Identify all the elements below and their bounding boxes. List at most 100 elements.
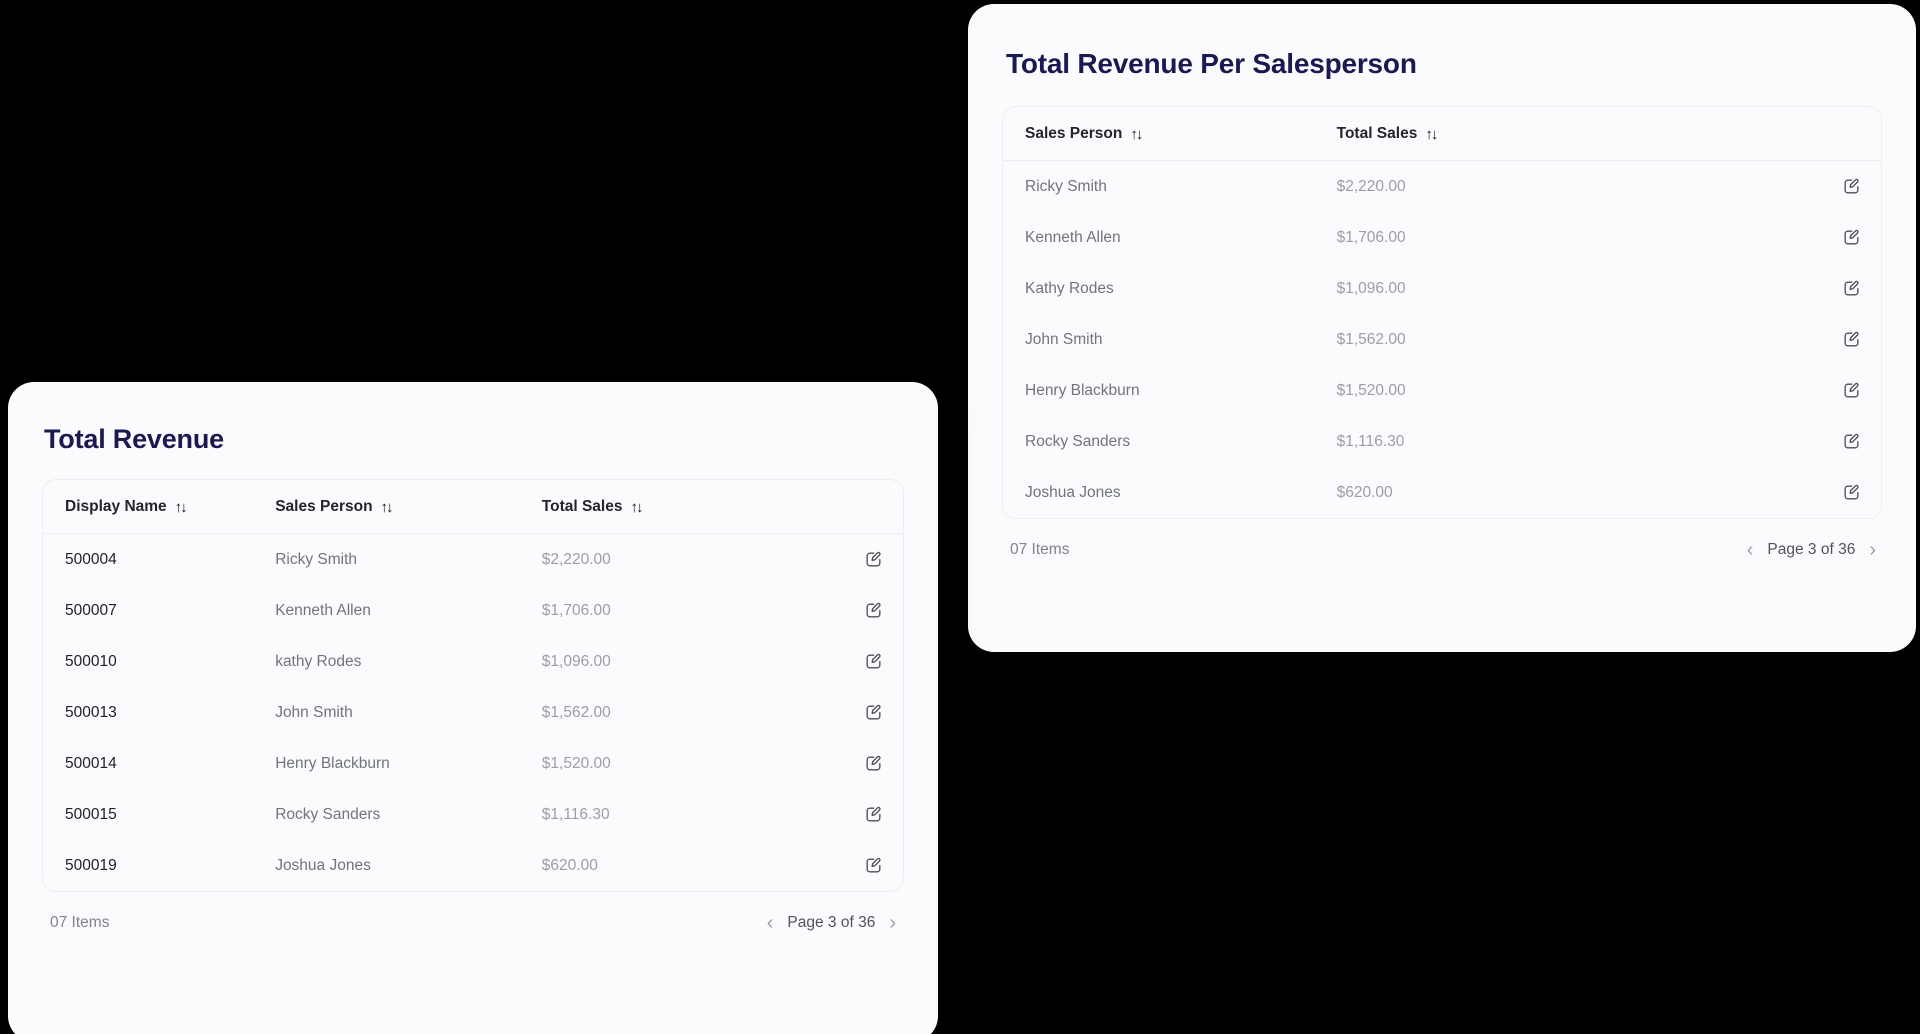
- edit-pencil-square-icon[interactable]: [864, 805, 883, 824]
- items-count-label: 07 Items: [50, 914, 110, 931]
- table-row[interactable]: 500019 Joshua Jones $620.00: [43, 840, 903, 891]
- cell-sales-person: Ricky Smith: [275, 550, 358, 568]
- cell-sales-person: Ricky Smith: [1025, 177, 1107, 195]
- column-header-sales-person[interactable]: Sales Person ↑↓: [275, 480, 542, 534]
- table-row[interactable]: Joshua Jones $620.00: [1003, 467, 1881, 518]
- pagination: ‹ Page 3 of 36 ›: [1747, 540, 1876, 560]
- cell-sales-person: kathy Rodes: [275, 652, 362, 670]
- pagination: ‹ Page 3 of 36 ›: [767, 913, 896, 933]
- table-row[interactable]: 500015 Rocky Sanders $1,116.30: [43, 789, 903, 840]
- cell-total-sales: $1,116.30: [541, 805, 610, 823]
- table-header-row: Display Name ↑↓ Sales Person ↑↓ Total Sale…: [43, 480, 903, 534]
- edit-pencil-square-icon[interactable]: [864, 550, 883, 569]
- table-row[interactable]: Kathy Rodes $1,096.00: [1003, 263, 1881, 314]
- table-row[interactable]: 500010 kathy Rodes $1,096.00: [43, 636, 903, 687]
- table-row[interactable]: 500007 Kenneth Allen $1,706.00: [43, 585, 903, 636]
- column-header-label: Total Sales: [1336, 125, 1418, 142]
- cell-total-sales: $1,116.30: [1336, 432, 1405, 450]
- cell-display-name: 500004: [65, 550, 117, 568]
- next-page-icon[interactable]: ›: [1869, 540, 1876, 560]
- row-actions-cell: [783, 687, 903, 738]
- edit-pencil-square-icon[interactable]: [1842, 432, 1861, 451]
- previous-page-icon[interactable]: ‹: [767, 913, 774, 933]
- row-actions-cell: [783, 585, 903, 636]
- row-actions-cell: [783, 738, 903, 789]
- cell-total-sales: $1,096.00: [541, 652, 611, 670]
- revenue-table-panel: Display Name ↑↓ Sales Person ↑↓ Total Sale…: [42, 479, 904, 892]
- cell-total-sales: $1,562.00: [1336, 330, 1406, 348]
- edit-pencil-square-icon[interactable]: [1842, 279, 1861, 298]
- cell-sales-person: John Smith: [275, 703, 353, 721]
- row-actions-cell: [1776, 365, 1881, 416]
- cell-total-sales: $2,220.00: [1336, 177, 1406, 195]
- cell-total-sales: $620.00: [541, 856, 598, 874]
- edit-pencil-square-icon[interactable]: [864, 703, 883, 722]
- column-header-actions: [782, 480, 903, 534]
- table-body: Ricky Smith $2,220.00 Kenneth Allen $1,706.…: [1003, 161, 1881, 519]
- cell-display-name: 500010: [65, 652, 117, 670]
- cell-total-sales: $1,706.00: [1336, 228, 1406, 246]
- column-header-total-sales[interactable]: Total Sales ↑↓: [541, 480, 783, 534]
- cell-sales-person: Henry Blackburn: [1025, 381, 1140, 399]
- row-actions-cell: [1776, 263, 1881, 314]
- edit-pencil-square-icon[interactable]: [1842, 330, 1861, 349]
- salesperson-table: Sales Person ↑↓ Total Sales ↑↓ Ricky Smith…: [1003, 107, 1881, 518]
- edit-pencil-square-icon[interactable]: [864, 856, 883, 875]
- table-row[interactable]: 500014 Henry Blackburn $1,520.00: [43, 738, 903, 789]
- revenue-table: Display Name ↑↓ Sales Person ↑↓ Total Sale…: [43, 480, 903, 891]
- table-body: 500004 Ricky Smith $2,220.00 500007 Kenneth …: [43, 534, 903, 892]
- row-actions-cell: [783, 840, 903, 891]
- row-actions-cell: [1776, 161, 1881, 213]
- table-row[interactable]: Ricky Smith $2,220.00: [1003, 161, 1881, 213]
- edit-pencil-square-icon[interactable]: [1842, 381, 1861, 400]
- page-indicator-label: Page 3 of 36: [1767, 541, 1856, 558]
- edit-pencil-square-icon[interactable]: [1842, 483, 1861, 502]
- cell-sales-person: Kathy Rodes: [1025, 279, 1114, 297]
- salesperson-table-panel: Sales Person ↑↓ Total Sales ↑↓ Ricky Smith…: [1002, 106, 1882, 519]
- total-revenue-card: Total Revenue Display Name ↑↓ Sales Perso…: [8, 382, 938, 1034]
- cell-total-sales: $1,520.00: [541, 754, 611, 772]
- cell-sales-person: Kenneth Allen: [275, 601, 371, 619]
- cell-sales-person: Joshua Jones: [275, 856, 371, 874]
- row-actions-cell: [1776, 314, 1881, 365]
- page-indicator-label: Page 3 of 36: [787, 914, 876, 931]
- table-row[interactable]: Kenneth Allen $1,706.00: [1003, 212, 1881, 263]
- cell-sales-person: John Smith: [1025, 330, 1103, 348]
- column-header-total-sales[interactable]: Total Sales ↑↓: [1336, 107, 1776, 161]
- table-row[interactable]: John Smith $1,562.00: [1003, 314, 1881, 365]
- row-actions-cell: [1776, 416, 1881, 467]
- edit-pencil-square-icon[interactable]: [864, 601, 883, 620]
- sort-icon[interactable]: ↑↓: [1130, 126, 1143, 143]
- page-title: Total Revenue Per Salesperson: [1006, 48, 1417, 79]
- column-header-display-name[interactable]: Display Name ↑↓: [43, 480, 276, 534]
- cell-display-name: 500013: [65, 703, 117, 721]
- previous-page-icon[interactable]: ‹: [1747, 540, 1754, 560]
- edit-pencil-square-icon[interactable]: [864, 754, 883, 773]
- cell-total-sales: $620.00: [1336, 483, 1393, 501]
- cell-display-name: 500015: [65, 805, 117, 823]
- sort-icon[interactable]: ↑↓: [630, 499, 643, 516]
- cell-total-sales: $1,520.00: [1336, 381, 1406, 399]
- table-row[interactable]: 500004 Ricky Smith $2,220.00: [43, 534, 903, 586]
- column-header-sales-person[interactable]: Sales Person ↑↓: [1003, 107, 1337, 161]
- next-page-icon[interactable]: ›: [889, 913, 896, 933]
- table-row[interactable]: Rocky Sanders $1,116.30: [1003, 416, 1881, 467]
- edit-pencil-square-icon[interactable]: [1842, 228, 1861, 247]
- table-row[interactable]: Henry Blackburn $1,520.00: [1003, 365, 1881, 416]
- sort-icon[interactable]: ↑↓: [175, 499, 188, 516]
- sort-icon[interactable]: ↑↓: [1425, 126, 1438, 143]
- table-row[interactable]: 500013 John Smith $1,562.00: [43, 687, 903, 738]
- cell-display-name: 500019: [65, 856, 117, 874]
- cell-display-name: 500014: [65, 754, 117, 772]
- row-actions-cell: [783, 636, 903, 687]
- table-footer: 07 Items ‹ Page 3 of 36 ›: [1002, 519, 1882, 581]
- cell-sales-person: Joshua Jones: [1025, 483, 1121, 501]
- table-header-row: Sales Person ↑↓ Total Sales ↑↓: [1003, 107, 1881, 161]
- edit-pencil-square-icon[interactable]: [1842, 177, 1861, 196]
- sort-icon[interactable]: ↑↓: [381, 499, 394, 516]
- table-footer: 07 Items ‹ Page 3 of 36 ›: [42, 892, 904, 954]
- items-count-label: 07 Items: [1010, 541, 1070, 558]
- total-revenue-per-salesperson-card: Total Revenue Per Salesperson Sales Pers…: [968, 4, 1916, 652]
- cell-sales-person: Kenneth Allen: [1025, 228, 1121, 246]
- edit-pencil-square-icon[interactable]: [864, 652, 883, 671]
